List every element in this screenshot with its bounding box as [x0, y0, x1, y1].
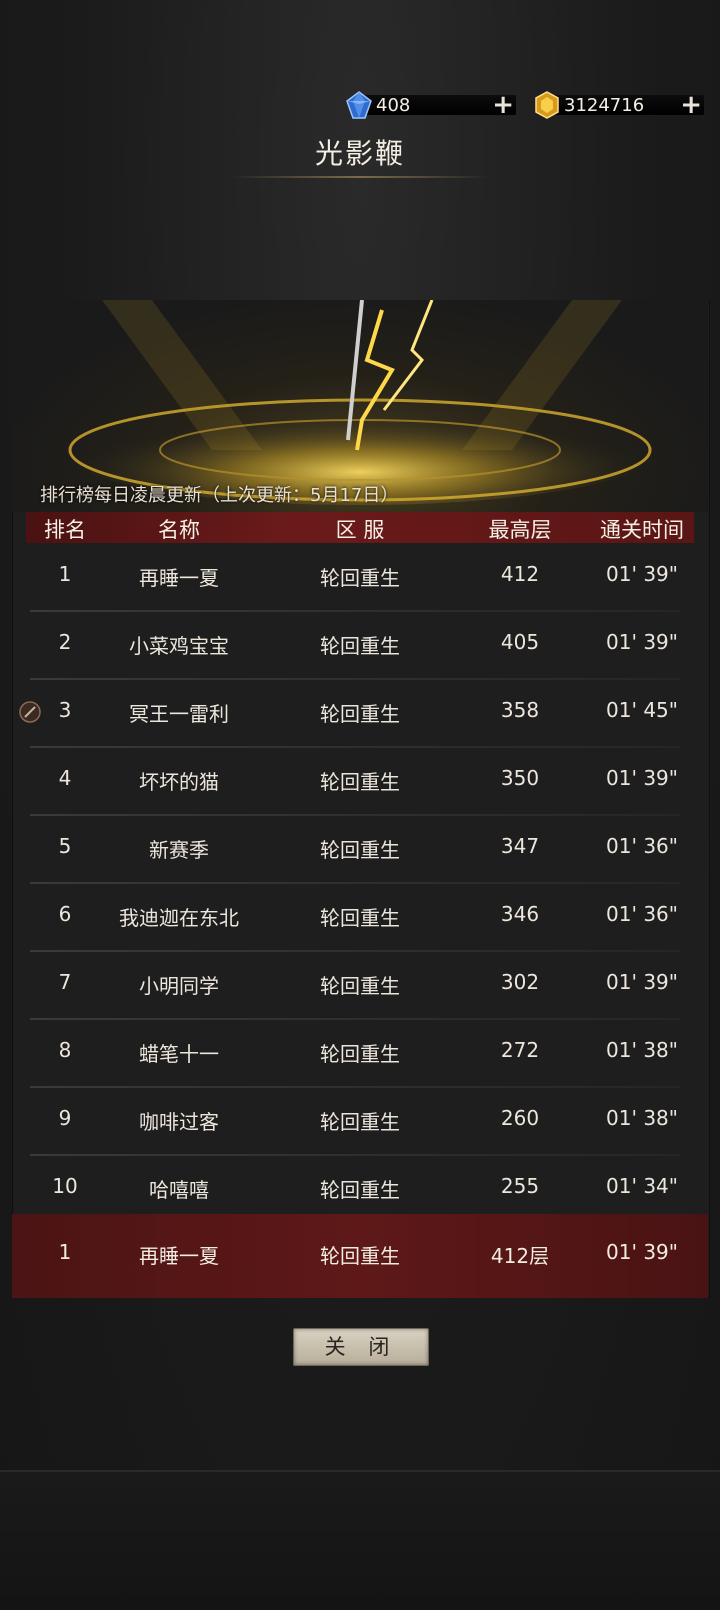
- row-time: 01' 39": [606, 630, 678, 654]
- table-row[interactable]: 3 冥王一雷利 轮回重生 358 01' 45": [0, 680, 720, 748]
- row-time: 01' 38": [606, 1038, 678, 1062]
- row-floor: 260: [500, 1106, 540, 1130]
- gold-currency: 3124716 +: [532, 90, 704, 120]
- row-floor: 255: [500, 1174, 540, 1198]
- row-time: 01' 45": [606, 698, 678, 722]
- row-rank: 10: [52, 1174, 78, 1198]
- row-name: 我迪迦在东北: [119, 906, 239, 930]
- add-gems-button[interactable]: +: [492, 92, 514, 118]
- row-server: 轮回重生: [320, 838, 400, 862]
- table-row[interactable]: 5 新赛季 轮回重生 347 01' 36": [0, 816, 720, 884]
- header-time: 通关时间: [600, 518, 684, 542]
- row-floor: 405: [500, 630, 540, 654]
- row-name: 坏坏的猫: [139, 770, 219, 794]
- row-time: 01' 36": [606, 902, 678, 926]
- title-divider: [230, 176, 490, 178]
- header-floor: 最高层: [488, 518, 552, 542]
- header-name: 名称: [158, 518, 200, 542]
- table-row[interactable]: 9 咖啡过客 轮回重生 260 01' 38": [0, 1088, 720, 1156]
- row-time: 01' 34": [606, 1174, 678, 1198]
- row-time: 01' 39": [606, 970, 678, 994]
- row-server: 轮回重生: [320, 974, 400, 998]
- row-server: 轮回重生: [320, 1178, 400, 1202]
- row-time: 01' 36": [606, 834, 678, 858]
- row-name: 小菜鸡宝宝: [129, 634, 229, 658]
- table-row[interactable]: 1 再睡一夏 轮回重生 412 01' 39": [0, 544, 720, 612]
- row-rank: 3: [58, 698, 72, 722]
- row-rank: 7: [58, 970, 72, 994]
- row-time: 01' 39": [606, 766, 678, 790]
- my-floor: 412层: [490, 1244, 550, 1268]
- add-gold-button[interactable]: +: [680, 92, 702, 118]
- row-rank: 8: [58, 1038, 72, 1062]
- row-name: 冥王一雷利: [129, 702, 229, 726]
- row-floor: 272: [500, 1038, 540, 1062]
- table-row[interactable]: 7 小明同学 轮回重生 302 01' 39": [0, 952, 720, 1020]
- row-name: 小明同学: [139, 974, 219, 998]
- row-floor: 350: [500, 766, 540, 790]
- my-name: 再睡一夏: [139, 1244, 219, 1268]
- table-row[interactable]: 4 坏坏的猫 轮回重生 350 01' 39": [0, 748, 720, 816]
- table-row[interactable]: 6 我迪迦在东北 轮回重生 346 01' 36": [0, 884, 720, 952]
- row-rank: 4: [58, 766, 72, 790]
- row-server: 轮回重生: [320, 1042, 400, 1066]
- blue-gem-icon: [344, 90, 374, 120]
- header-server: 区 服: [335, 518, 385, 542]
- gem-amount: 408: [376, 94, 411, 116]
- gold-amount: 3124716: [564, 94, 645, 116]
- my-time: 01' 39": [606, 1240, 678, 1264]
- gem-currency: 408 +: [344, 90, 516, 120]
- table-row[interactable]: 8 蜡笔十一 轮回重生 272 01' 38": [0, 1020, 720, 1088]
- my-server: 轮回重生: [320, 1244, 400, 1268]
- row-rank: 2: [58, 630, 72, 654]
- row-name: 哈嘻嘻: [149, 1178, 209, 1202]
- table-row[interactable]: 2 小菜鸡宝宝 轮回重生 405 01' 39": [0, 612, 720, 680]
- row-floor: 302: [500, 970, 540, 994]
- row-time: 01' 38": [606, 1106, 678, 1130]
- row-name: 再睡一夏: [139, 566, 219, 590]
- row-server: 轮回重生: [320, 566, 400, 590]
- row-server: 轮回重生: [320, 1110, 400, 1134]
- my-rank: 1: [58, 1240, 72, 1264]
- row-rank: 6: [58, 902, 72, 926]
- row-floor: 346: [500, 902, 540, 926]
- page-title: 光影鞭: [314, 137, 405, 170]
- row-rank: 1: [58, 562, 72, 586]
- row-name: 新赛季: [149, 838, 209, 862]
- row-floor: 358: [500, 698, 540, 722]
- row-server: 轮回重生: [320, 906, 400, 930]
- row-name: 蜡笔十一: [139, 1042, 219, 1066]
- row-floor: 412: [500, 562, 540, 586]
- row-floor: 347: [500, 834, 540, 858]
- bottom-band: [0, 1470, 720, 1610]
- update-notice: 排行榜每日凌晨更新（上次更新：5月17日）: [40, 485, 399, 506]
- row-server: 轮回重生: [320, 634, 400, 658]
- gold-coin-icon: [532, 90, 562, 120]
- row-time: 01' 39": [606, 562, 678, 586]
- row-server: 轮回重生: [320, 770, 400, 794]
- row-rank: 9: [58, 1106, 72, 1130]
- row-name: 咖啡过客: [139, 1110, 219, 1134]
- header-rank: 排名: [44, 518, 86, 542]
- row-rank: 5: [58, 834, 72, 858]
- row-server: 轮回重生: [320, 702, 400, 726]
- close-button[interactable]: 关 闭: [293, 1328, 429, 1366]
